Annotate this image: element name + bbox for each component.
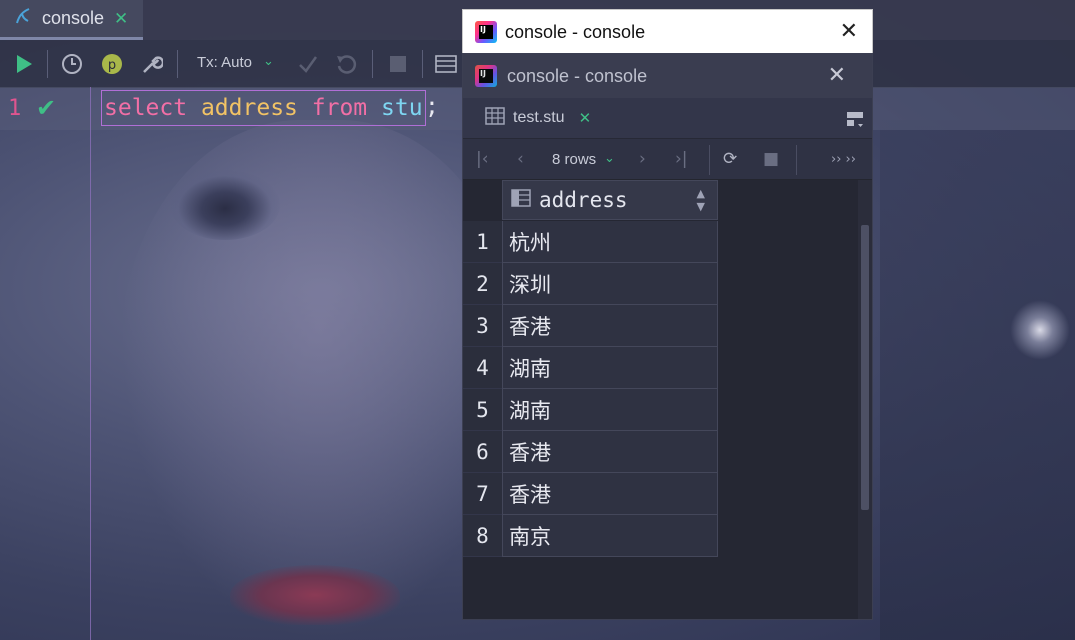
table-row[interactable]: 1 杭州 [463, 221, 718, 263]
vertical-scrollbar[interactable] [858, 180, 872, 619]
table-row[interactable]: 6 香港 [463, 431, 718, 473]
close-icon[interactable]: ✕ [114, 9, 128, 29]
row-number: 8 [463, 515, 502, 557]
last-page-icon[interactable]: ›| [675, 149, 688, 169]
previous-page-icon[interactable]: ‹ [517, 149, 524, 169]
transaction-mode[interactable]: Tx: Auto [197, 54, 252, 71]
close-icon[interactable]: ✕ [828, 63, 846, 88]
intellij-icon: IJ [475, 21, 497, 43]
sql-statement[interactable]: select address from stu [101, 90, 426, 126]
row-number: 1 [463, 221, 502, 263]
table-identifier: stu [381, 95, 423, 121]
close-icon[interactable]: ✕ [579, 109, 592, 127]
keyword-from: from [311, 95, 368, 121]
wallpaper-lips [230, 565, 400, 625]
row-number: 2 [463, 263, 502, 305]
run-button[interactable] [12, 52, 36, 76]
table-button[interactable] [434, 52, 458, 76]
result-navigation-bar: |‹ ‹ 8 rows ⌄ › ›| ⟳ ■ ›› ›› [463, 139, 872, 180]
result-tab-bar: test.stu ✕ [463, 98, 872, 139]
editor-tab-console[interactable]: console ✕ [0, 0, 143, 40]
toolbar-divider [47, 50, 48, 78]
inner-title-bar: IJ console - console ✕ [463, 54, 872, 98]
next-page-icon[interactable]: › [639, 149, 646, 169]
inner-title: console - console [507, 65, 648, 86]
refresh-icon[interactable]: ⟳ [723, 149, 737, 169]
row-number: 7 [463, 473, 502, 515]
close-icon[interactable]: ✕ [840, 19, 858, 44]
intellij-icon: IJ [475, 65, 497, 87]
toolbar-divider [177, 50, 178, 78]
table-row[interactable]: 7 香港 [463, 473, 718, 515]
result-tab[interactable]: test.stu ✕ [471, 98, 609, 138]
stop-button[interactable] [386, 52, 410, 76]
run-icon [17, 55, 32, 73]
rollback-button[interactable] [334, 52, 358, 76]
settings-button[interactable] [140, 52, 164, 76]
wallpaper-flower [1010, 300, 1070, 360]
column-identifier: address [200, 95, 298, 121]
gutter-divider [90, 87, 91, 640]
column-icon [511, 188, 531, 212]
wallpaper-hair [880, 120, 1075, 640]
history-icon [62, 54, 82, 74]
sort-icon[interactable]: ▲ ▼ [697, 187, 705, 213]
column-name: address [539, 188, 628, 212]
address-cell[interactable]: 香港 [502, 305, 718, 347]
commit-icon [299, 56, 318, 73]
address-cell[interactable]: 杭州 [502, 221, 718, 263]
table-row[interactable]: 3 香港 [463, 305, 718, 347]
address-cell[interactable]: 深圳 [502, 263, 718, 305]
address-cell[interactable]: 香港 [502, 473, 718, 515]
row-number: 4 [463, 347, 502, 389]
profile-button[interactable]: p [100, 52, 124, 76]
stop-icon[interactable]: ■ [763, 149, 779, 169]
svg-text:p: p [108, 58, 116, 73]
table-row[interactable]: 4 湖南 [463, 347, 718, 389]
database-icon [14, 6, 34, 31]
table-icon [435, 55, 457, 73]
wallpaper-eye [170, 170, 280, 240]
first-page-icon[interactable]: |‹ [476, 149, 489, 169]
address-cell[interactable]: 香港 [502, 431, 718, 473]
table-grid-icon [485, 107, 505, 129]
keyword-select: select [104, 95, 188, 121]
popup-title-bar[interactable]: IJ console - console ✕ [463, 10, 872, 54]
scrollbar-thumb[interactable] [861, 225, 869, 510]
rollback-icon [337, 55, 357, 74]
row-number: 5 [463, 389, 502, 431]
table-row[interactable]: 8 南京 [463, 515, 718, 557]
profile-icon: p [102, 54, 122, 74]
row-count[interactable]: 8 rows [552, 151, 596, 168]
address-cell[interactable]: 湖南 [502, 347, 718, 389]
more-icon[interactable]: ›› ›› [831, 152, 856, 167]
nav-divider [709, 145, 710, 175]
result-tab-label: test.stu [513, 109, 565, 126]
popup-title: console - console [505, 21, 646, 42]
semicolon: ; [425, 94, 439, 120]
chevron-down-icon[interactable]: ⌄ [263, 54, 274, 69]
chevron-down-icon[interactable]: ⌄ [604, 151, 615, 166]
toolbar-divider [372, 50, 373, 78]
popup-window: IJ console - console ✕ test.stu ✕ |‹ ‹ 8… [463, 54, 872, 619]
row-number: 3 [463, 305, 502, 347]
result-grid: address ▲ ▼ 1 杭州 2 深圳 3 香港 4 湖南 5 湖南 6 香港… [463, 180, 858, 619]
layout-icon[interactable] [846, 110, 864, 132]
toolbar-divider [422, 50, 423, 78]
wrench-icon [143, 56, 163, 73]
column-header-address[interactable]: address ▲ ▼ [502, 180, 718, 220]
table-row[interactable]: 5 湖南 [463, 389, 718, 431]
line-number: 1 [8, 96, 22, 121]
row-number: 6 [463, 431, 502, 473]
address-cell[interactable]: 南京 [502, 515, 718, 557]
address-cell[interactable]: 湖南 [502, 389, 718, 431]
stop-icon [390, 56, 406, 72]
checkmark-icon: ✔ [36, 94, 57, 122]
history-button[interactable] [60, 52, 84, 76]
table-row[interactable]: 2 深圳 [463, 263, 718, 305]
tab-label: console [42, 8, 105, 28]
commit-button[interactable] [296, 52, 320, 76]
nav-divider [796, 145, 797, 175]
